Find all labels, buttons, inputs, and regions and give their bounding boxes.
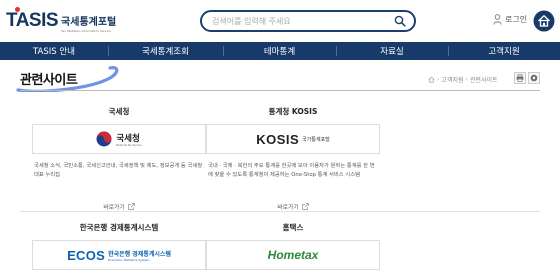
kosis-logo-sub: 국가통계포털 — [302, 136, 330, 143]
ecos-logo-box[interactable]: ECOS 한국은행 경제통계시스템 Economic Statistics Sy… — [32, 240, 206, 270]
ecos-logo-sub-en: Economic Statistics System — [108, 257, 150, 262]
page-title: 관련사이트 — [20, 73, 78, 88]
site-header: TASIS 국세통계포털 Tax Statistics Information … — [0, 0, 560, 42]
hometax-logo-box[interactable]: Hometax — [206, 240, 380, 270]
shortcut-link[interactable]: 바로가기 — [32, 202, 206, 211]
title-row: 관련사이트 › 고객지원 › 관련사이트 — [0, 60, 560, 92]
nav-item-tasis-info[interactable]: TASIS 안내 — [0, 42, 108, 60]
card-title: 한국은행 경제통계시스템 — [79, 223, 159, 232]
nts-logo-text: 국세청 — [116, 133, 140, 144]
home-icon[interactable] — [533, 10, 555, 32]
logo-main-text: TASIS — [6, 10, 59, 31]
taegeuk-icon — [96, 131, 112, 147]
breadcrumb-item: 관련사이트 — [469, 77, 498, 84]
hometax-logo-text: Hometax — [267, 248, 319, 262]
title-divider — [20, 90, 540, 91]
ecos-logo-sub: 한국은행 경제통계시스템 — [108, 250, 171, 258]
main-nav: TASIS 안내 국세통계조회 테마통계 자료실 고객지원 — [0, 42, 560, 60]
nav-item-support[interactable]: 고객지원 — [448, 42, 560, 60]
login-label: 로그인 — [505, 15, 528, 24]
logo-dot — [15, 7, 20, 12]
site-logo[interactable]: TASIS 국세통계포털 Tax Statistics Information … — [6, 7, 116, 33]
kosis-logo-box[interactable]: KOSIS 국가통계포털 — [206, 124, 380, 154]
kosis-logo-text: KOSIS — [256, 131, 300, 147]
print-button[interactable] — [514, 72, 526, 84]
breadcrumb-separator: › — [437, 76, 440, 83]
search-input[interactable] — [212, 15, 392, 28]
nts-logo-sub: National Tax Service — [116, 143, 142, 147]
logo-korean-name: 국세통계포털 — [61, 17, 117, 28]
site-card-kosis: 통계청 KOSIS KOSIS 국가통계포털 국내 · 국제 · 북한의 주요 … — [206, 106, 380, 211]
card-title: 홈택스 — [282, 223, 304, 232]
search-box — [200, 10, 416, 32]
share-icon — [530, 74, 538, 82]
breadcrumb: › 고객지원 › 관련사이트 — [428, 75, 498, 84]
external-link-icon — [301, 203, 309, 210]
shortcut-link[interactable]: 바로가기 — [206, 202, 380, 211]
user-icon — [493, 14, 502, 25]
login-button[interactable]: 로그인 — [493, 14, 527, 25]
shortcut-label: 바로가기 — [277, 205, 299, 211]
breadcrumb-item[interactable]: 고객지원 — [441, 75, 463, 84]
print-icon — [516, 74, 524, 82]
logo-wordmark: TASIS — [6, 7, 59, 32]
card-title: 통계청 KOSIS — [268, 107, 318, 116]
logo-subtitle: 국세통계포털 Tax Statistics Information Servic… — [61, 13, 116, 33]
site-card-hometax: 홈택스 Hometax — [206, 222, 380, 270]
external-link-icon — [127, 203, 135, 210]
site-card-ecos: 한국은행 경제통계시스템 ECOS 한국은행 경제통계시스템 Economic … — [32, 222, 206, 270]
ecos-logo-text: ECOS — [67, 247, 106, 263]
site-card-nts: 국세청 국세청 National Tax Service 국세청 소식, 국민소… — [32, 106, 206, 211]
page-tools — [514, 72, 540, 84]
home-small-icon[interactable] — [428, 76, 435, 83]
search-icon[interactable] — [394, 15, 406, 27]
card-description: 국내 · 국제 · 북한의 주요 통계를 한곳에 모아 이용자가 원하는 통계를… — [208, 163, 375, 178]
card-title: 국세청 — [108, 107, 130, 116]
breadcrumb-separator: › — [465, 76, 468, 83]
nav-item-theme-stats[interactable]: 테마통계 — [223, 42, 336, 60]
shortcut-label: 바로가기 — [103, 205, 125, 211]
share-button[interactable] — [528, 72, 540, 84]
nav-item-tax-stats[interactable]: 국세통계조회 — [108, 42, 223, 60]
card-description: 국세청 소식, 국민소통, 국세신고안내, 국세정책 및 제도, 정보공개 등 … — [34, 163, 203, 178]
nts-logo-box[interactable]: 국세청 National Tax Service — [32, 124, 206, 154]
nav-item-archive[interactable]: 자료실 — [336, 42, 448, 60]
row-divider — [20, 211, 540, 212]
logo-english-name: Tax Statistics Information Service — [61, 29, 112, 33]
